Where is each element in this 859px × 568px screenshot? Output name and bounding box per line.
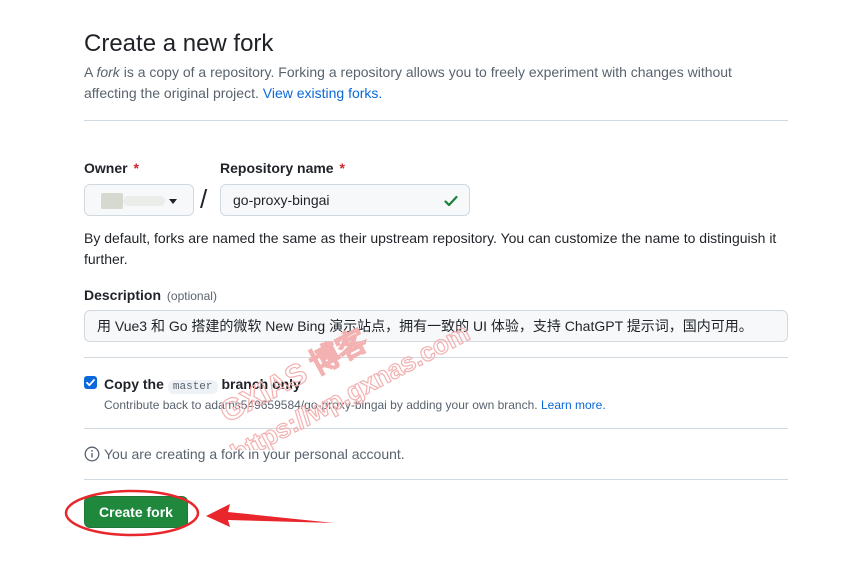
checkmark-icon [86,379,95,387]
repo-name-label-text: Repository name [220,160,334,176]
page-subtitle: A fork is a copy of a repository. Forkin… [84,62,764,104]
subtitle-prefix: A [84,64,97,80]
description-label: Description (optional) [84,287,217,303]
owner-dropdown[interactable] [84,184,194,216]
learn-more-link[interactable]: Learn more. [541,398,606,412]
required-mark: * [133,160,139,176]
description-input[interactable]: 用 Vue3 和 Go 搭建的微软 New Bing 演示站点，拥有一致的 UI… [84,310,788,342]
owner-name-redacted [123,196,165,206]
required-mark: * [339,160,345,176]
copy-branch-label[interactable]: Copy the master branch only [104,376,301,394]
owner-label-text: Owner [84,160,128,176]
avatar [101,193,123,209]
optional-note: (optional) [166,289,217,303]
watermark: GXIAS 博客 https://wp.gxnas.com [214,317,475,450]
copy-branch-checkbox[interactable] [84,376,97,389]
personal-account-notice: You are creating a fork in your personal… [84,446,405,462]
copy-label-prefix: Copy the [104,376,164,392]
copy-subtext: Contribute back to adams549659584/go-pro… [104,398,538,412]
caret-down-icon [169,199,177,204]
fork-name-hint: By default, forks are named the same as … [84,230,777,267]
divider [84,479,788,480]
repository-name-input[interactable]: go-proxy-bingai [220,184,470,216]
create-fork-button[interactable]: Create fork [84,496,188,528]
arrow-annotation [206,504,334,527]
divider [84,428,788,429]
personal-account-text: You are creating a fork in your personal… [104,446,405,462]
description-label-text: Description [84,287,162,303]
subtitle-emphasis: fork [96,64,120,80]
owner-label: Owner * [84,160,139,176]
page-title: Create a new fork [84,30,274,57]
repo-name-label: Repository name * [220,160,345,176]
divider [84,357,788,358]
check-icon [444,195,458,207]
divider [84,120,788,121]
subtitle-rest: is a copy of a repository. Forking a rep… [84,64,732,101]
info-icon [84,446,100,462]
copy-label-suffix: branch only [221,376,301,392]
branch-name-code: master [167,380,218,394]
owner-repo-separator: / [200,184,208,214]
copy-branch-subtext: Contribute back to adams549659584/go-pro… [104,398,606,412]
repository-name-value: go-proxy-bingai [233,192,330,208]
view-existing-forks-link[interactable]: View existing forks. [263,85,383,101]
